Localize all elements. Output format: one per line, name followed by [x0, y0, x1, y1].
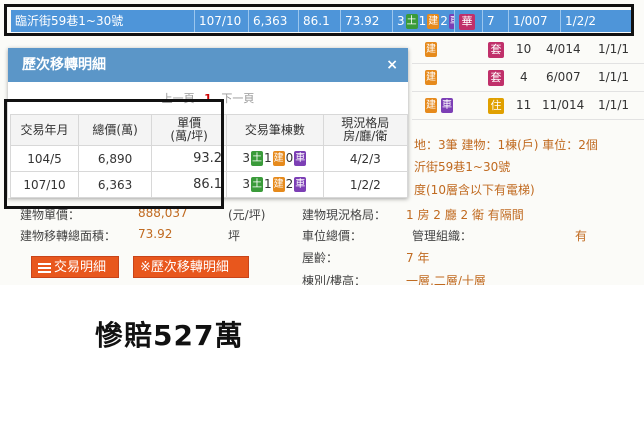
table-row[interactable]: 建 套 4 6/007 1/1/1 — [412, 64, 644, 92]
parking-tag-icon: 車 — [441, 98, 453, 113]
table-row[interactable]: 建 車 住 11 11/014 1/1/1 — [412, 92, 644, 120]
age-value: 7 年 — [406, 251, 430, 265]
building-tag-icon: 建 — [425, 98, 437, 113]
prev-page-link[interactable]: 上一頁 — [162, 92, 195, 105]
land-tag-icon: 土 — [251, 151, 263, 166]
parking-tag-icon: 車 — [294, 151, 307, 166]
detail-building-type: 度(10層含以下有電梯) — [414, 183, 535, 197]
table-row[interactable]: 建 套 10 4/014 1/1/1 — [412, 36, 644, 64]
pagination: 上一頁 1 下一頁 — [8, 90, 408, 106]
use-type-tag-icon: 套 — [488, 70, 504, 86]
table-row: 107/10 6,363 86.1 3土1建2車 1/2/2 — [10, 171, 409, 198]
table-row: 104/5 6,890 93.2 3土1建0車 4/2/3 — [10, 145, 409, 172]
col-unit: 單價 (萬/坪) — [151, 114, 228, 146]
detail-summary: 地：3筆 建物：1棟(戶) 車位：2個 — [414, 138, 598, 152]
building-tag-icon: 建 — [272, 177, 285, 192]
popup-header: 歷次移轉明細 × — [8, 48, 408, 82]
close-icon[interactable]: × — [386, 48, 398, 82]
menu-icon — [38, 261, 51, 275]
caption-text: 慘賠527萬 — [95, 319, 244, 352]
transaction-detail-button[interactable]: 交易明細 — [31, 256, 119, 278]
management-value: 有 — [575, 229, 588, 243]
popup-title: 歷次移轉明細 — [22, 57, 106, 73]
transfer-history-popup: 歷次移轉明細 × 上一頁 1 下一頁 交易年月 總價(萬) 單價 (萬/坪) 交… — [8, 48, 409, 198]
col-counts: 交易筆棟數 — [226, 114, 324, 146]
building-unit-price-value: 888,037 — [138, 206, 188, 220]
counts-cell: 3土1建2車 — [226, 171, 324, 198]
transfer-area-label: 建物移轉總面積： — [20, 229, 117, 243]
detail-address: 沂街59巷1~30號 — [414, 160, 511, 174]
background-page: 臨沂街59巷1~30號 107/10 6,363 86.1 73.92 3土1建… — [0, 0, 644, 285]
highlight-frame — [4, 4, 634, 36]
parking-tag-icon: 車 — [294, 177, 307, 192]
building-tag-icon: 建 — [272, 151, 285, 166]
building-unit-price-label: 建物單價： — [20, 208, 81, 222]
building-tag-icon: 建 — [425, 42, 437, 57]
transfer-area-unit: 坪 — [228, 229, 241, 243]
layout-label: 建物現況格局： — [302, 208, 387, 222]
building-unit-price-unit: (元/坪) — [228, 208, 266, 222]
transfer-history-table: 交易年月 總價(萬) 單價 (萬/坪) 交易筆棟數 現況格局 房/廳/衛 104… — [10, 114, 409, 198]
col-layout: 現況格局 房/廳/衛 — [322, 114, 409, 146]
land-tag-icon: 土 — [251, 177, 263, 192]
layout-value: 1 房 2 廳 2 衛 有隔間 — [406, 208, 524, 222]
counts-cell: 3土1建0車 — [226, 145, 324, 172]
use-type-tag-icon: 住 — [488, 98, 504, 114]
col-total: 總價(萬) — [77, 114, 153, 146]
floor-value: 一層,二層/十層 — [406, 274, 486, 285]
parking-price-label: 車位總價： — [302, 229, 363, 243]
col-date: 交易年月 — [10, 114, 79, 146]
transfer-history-button[interactable]: ※歷次移轉明細 — [133, 256, 249, 278]
floor-label: 棟別/樓高： — [302, 274, 367, 285]
next-page-link[interactable]: 下一頁 — [221, 92, 254, 105]
current-page: 1 — [204, 92, 212, 105]
use-type-tag-icon: 套 — [488, 42, 504, 58]
management-label: 管理組織： — [412, 229, 473, 243]
selected-listing-row[interactable]: 臨沂街59巷1~30號 107/10 6,363 86.1 73.92 3土1建… — [0, 0, 644, 40]
transfer-area-value: 73.92 — [138, 227, 173, 241]
building-tag-icon: 建 — [425, 70, 437, 85]
age-label: 屋齡： — [302, 251, 339, 265]
